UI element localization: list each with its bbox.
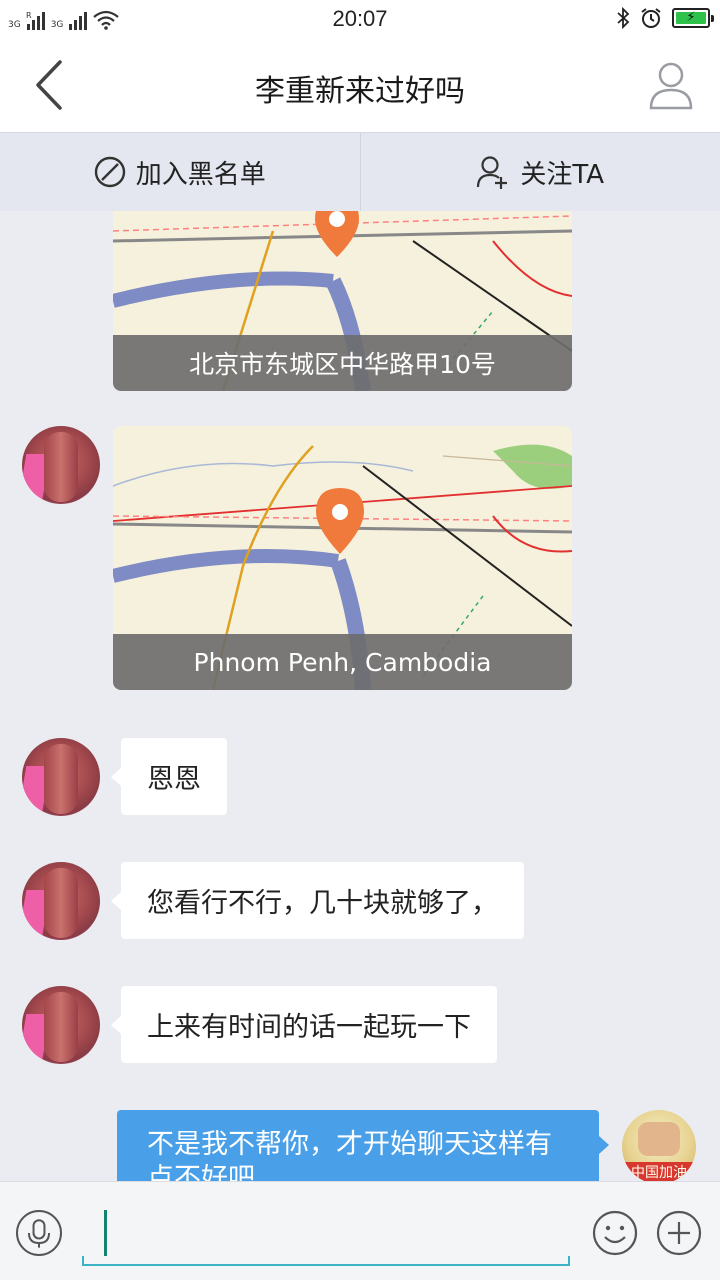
location-message[interactable]: Phnom Penh, Cambodia: [113, 426, 572, 690]
battery-charging-icon: ⚡: [672, 8, 714, 28]
alarm-icon: [641, 8, 661, 28]
user-icon: [649, 62, 693, 110]
clock: 20:07: [332, 6, 388, 31]
contact-avatar[interactable]: [22, 738, 100, 816]
location-message[interactable]: 北京市东城区中华路甲10号: [113, 211, 572, 391]
bluetooth-icon: [617, 7, 630, 29]
my-message-bubble[interactable]: 不是我不帮你，才开始聊天这样有点不好吧: [117, 1110, 609, 1181]
blacklist-button[interactable]: 加入黑名单: [0, 133, 360, 211]
add-user-icon: [477, 156, 508, 189]
follow-button[interactable]: 关注TA: [359, 133, 720, 211]
contact-actions: 加入黑名单 关注TA: [0, 132, 720, 211]
plus-circle-icon: [656, 1210, 702, 1256]
message-bubble[interactable]: 上来有时间的话一起玩一下: [111, 986, 497, 1063]
microphone-icon: [27, 1219, 51, 1248]
message-list[interactable]: 北京市东城区中华路甲10号 Phnom Penh, Cambodia 恩恩 您看…: [0, 211, 720, 1181]
contact-avatar[interactable]: [22, 986, 100, 1064]
message-bubble[interactable]: 您看行不行，几十块就够了，: [111, 862, 524, 939]
blacklist-label: 加入黑名单: [135, 159, 266, 190]
status-icons: ⚡: [616, 6, 714, 30]
contact-avatar[interactable]: [22, 862, 100, 940]
contact-avatar[interactable]: [22, 426, 100, 504]
follow-label: 关注TA: [520, 159, 605, 190]
emoji-button[interactable]: [592, 1210, 638, 1256]
profile-button[interactable]: [648, 60, 694, 110]
smiley-icon: [592, 1210, 638, 1256]
location-caption: 北京市东城区中华路甲10号: [113, 335, 572, 391]
location-caption: Phnom Penh, Cambodia: [113, 634, 572, 690]
more-button[interactable]: [656, 1210, 702, 1256]
message-input[interactable]: [82, 1204, 570, 1266]
text-cursor: [104, 1210, 107, 1256]
chat-header: 李重新来过好吗: [0, 38, 720, 132]
page-title: 李重新来过好吗: [255, 74, 465, 109]
my-avatar[interactable]: 中国加油: [622, 1110, 696, 1181]
status-bar: 3G R 3G 20:07 ⚡: [0, 0, 720, 38]
block-icon: [94, 156, 125, 188]
input-bar: [0, 1181, 720, 1280]
voice-button[interactable]: [16, 1210, 62, 1256]
message-bubble[interactable]: 恩恩: [111, 738, 227, 815]
avatar-caption: 中国加油: [622, 1162, 696, 1181]
